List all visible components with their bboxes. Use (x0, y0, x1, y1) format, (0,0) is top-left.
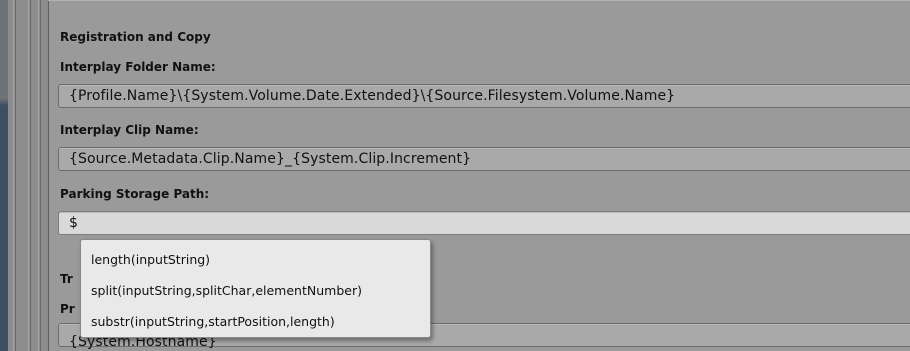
parking-storage-path-label: Parking Storage Path: (60, 187, 210, 201)
divider (28, 0, 29, 351)
divider (13, 0, 14, 351)
autocomplete-item-split[interactable]: split(inputString,splitChar,elementNumbe… (81, 275, 430, 306)
sidebar-edge (0, 0, 8, 351)
autocomplete-popup: length(inputString) split(inputString,sp… (80, 239, 431, 338)
panel-top-edge (48, 0, 910, 1)
divider (40, 0, 41, 351)
interplay-folder-name-field[interactable]: {Profile.Name}\{System.Volume.Date.Exten… (58, 84, 910, 108)
autocomplete-item-substr[interactable]: substr(inputString,startPosition,length) (81, 306, 430, 337)
parking-storage-path-field[interactable]: $ (58, 211, 910, 235)
interplay-clip-name-field[interactable]: {Source.Metadata.Clip.Name}_{System.Clip… (58, 147, 910, 171)
parking-storage-path-value: $ (69, 215, 79, 231)
interplay-clip-name-value: {Source.Metadata.Clip.Name}_{System.Clip… (69, 151, 472, 167)
divider (15, 0, 16, 351)
autocomplete-item-length[interactable]: length(inputString) (81, 244, 430, 275)
interplay-folder-name-value: {Profile.Name}\{System.Volume.Date.Exten… (69, 88, 676, 104)
left-border-strip (0, 0, 48, 351)
obscured-section-title: Tr (60, 272, 73, 286)
obscured-field-label: Pr (60, 302, 75, 316)
divider (30, 0, 31, 351)
section-title: Registration and Copy (60, 30, 211, 44)
interplay-folder-name-label: Interplay Folder Name: (60, 60, 216, 74)
editor-window: Registration and Copy Interplay Folder N… (0, 0, 910, 351)
divider (38, 0, 39, 351)
interplay-clip-name-label: Interplay Clip Name: (60, 123, 199, 137)
